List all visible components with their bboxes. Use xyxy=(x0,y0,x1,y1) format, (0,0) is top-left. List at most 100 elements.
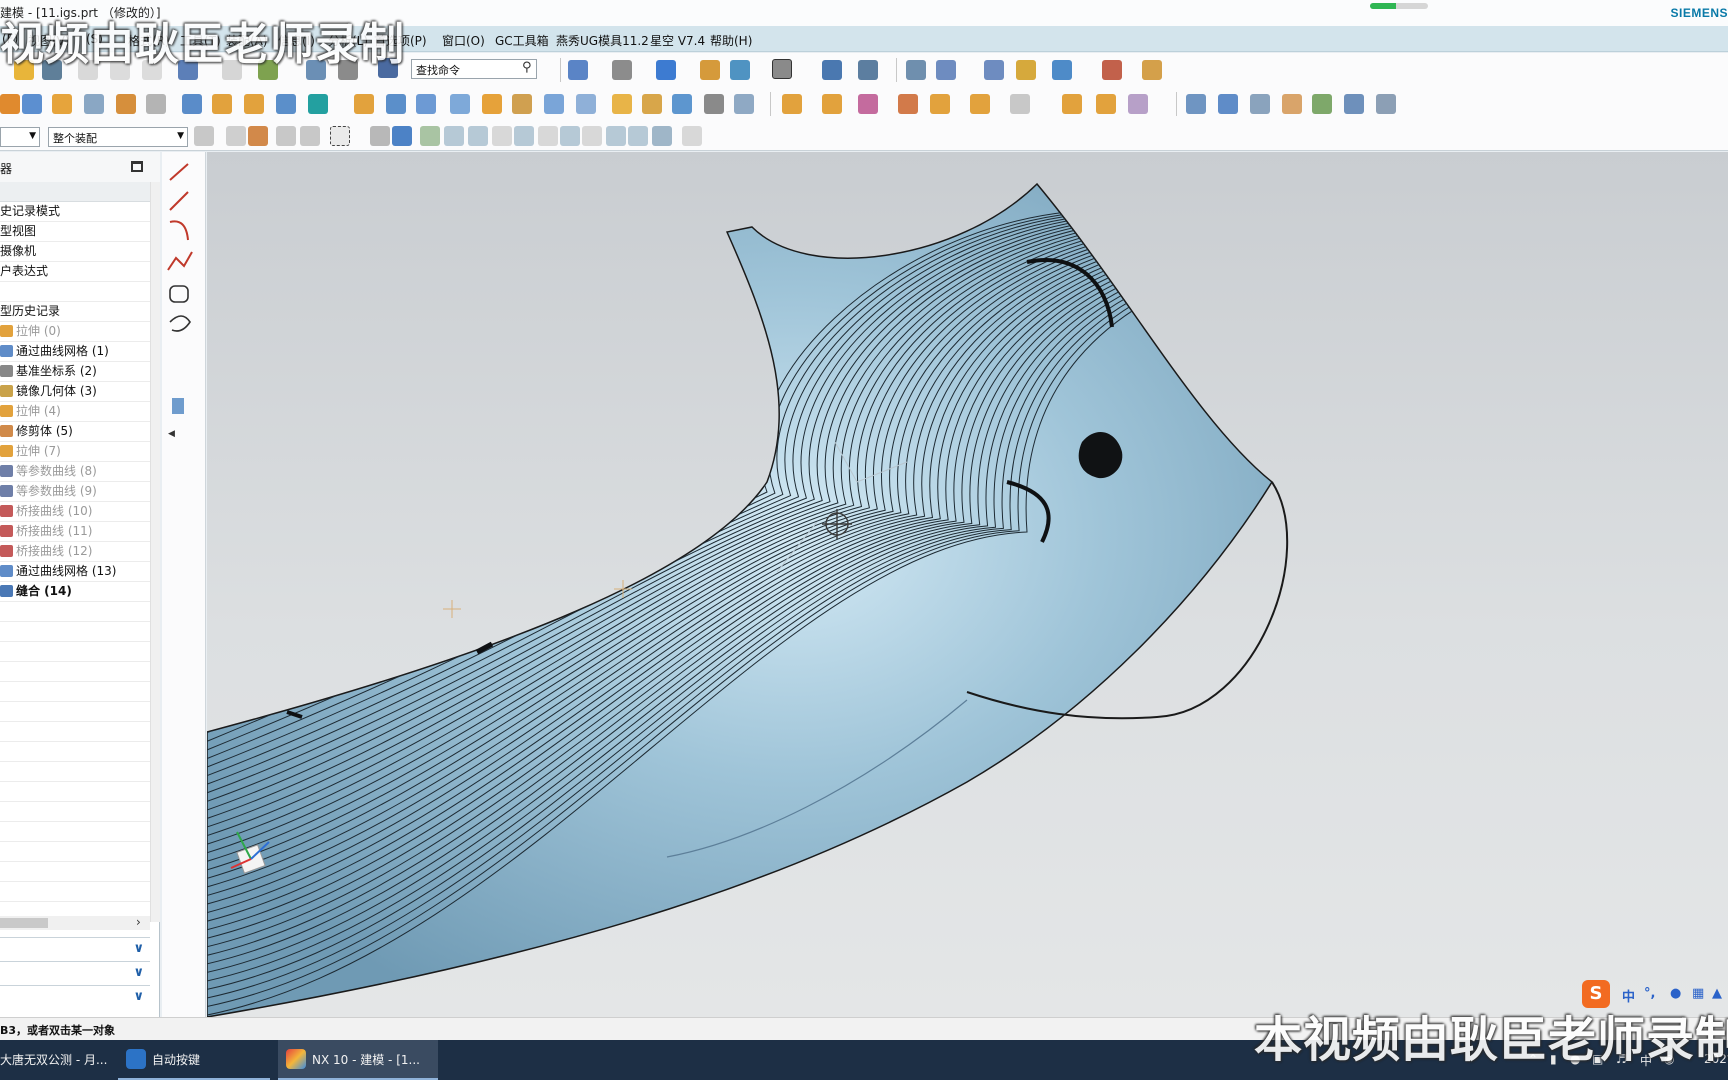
transform-icon[interactable] xyxy=(984,60,1004,80)
chevron-right-icon[interactable]: › xyxy=(136,915,141,929)
synchronous-icon[interactable] xyxy=(1128,94,1148,114)
snap-view-icon[interactable] xyxy=(858,60,878,80)
extension-surface-icon[interactable] xyxy=(1376,94,1396,114)
ruler-icon[interactable] xyxy=(1142,60,1162,80)
intersect-icon[interactable] xyxy=(354,94,374,114)
pattern-face-icon[interactable] xyxy=(970,94,990,114)
snap-enable-icon[interactable] xyxy=(420,126,440,146)
snap-quadrant-icon[interactable] xyxy=(582,126,602,146)
mirror-face-icon[interactable] xyxy=(1010,94,1030,114)
tangent-curve-icon[interactable] xyxy=(300,126,320,146)
delete-face-icon[interactable] xyxy=(858,94,878,114)
split-body-icon[interactable] xyxy=(450,94,470,114)
copy-face-icon[interactable] xyxy=(930,94,950,114)
shell-icon[interactable] xyxy=(544,94,564,114)
snap-endpoint-icon[interactable] xyxy=(444,126,464,146)
navigator-row[interactable]: 通过曲线网格 (1) xyxy=(0,342,150,362)
navigator-row[interactable]: 拉伸 (7) xyxy=(0,442,150,462)
surface-model[interactable] xyxy=(207,152,1728,1017)
box-select-icon[interactable] xyxy=(330,126,350,146)
subtract-icon[interactable] xyxy=(308,94,328,114)
details-panel[interactable]: ∨ xyxy=(0,961,150,983)
taskbar-nx-window[interactable]: NX 10 - 建模 - [1... xyxy=(278,1040,438,1080)
selection-filter-icon[interactable] xyxy=(1052,60,1072,80)
unite-icon[interactable] xyxy=(276,94,296,114)
navigator-row[interactable]: 基准坐标系 (2) xyxy=(0,362,150,382)
layer-settings-icon[interactable] xyxy=(700,60,720,80)
navigator-vertical-scrollbar[interactable] xyxy=(150,182,160,922)
replace-face-icon[interactable] xyxy=(734,94,754,114)
chevron-down-icon[interactable]: ∨ xyxy=(133,989,144,1004)
draft-icon[interactable] xyxy=(576,94,596,114)
studio-surface-icon[interactable] xyxy=(1282,94,1302,114)
scope-select[interactable]: 整个装配 ▼ xyxy=(48,127,188,147)
background-color-icon[interactable] xyxy=(772,59,792,79)
menu-yanxiu-mold[interactable]: 燕秀UG模具11.2 xyxy=(556,32,649,49)
snap-intersection-icon[interactable] xyxy=(538,126,558,146)
snap-arc-center-icon[interactable] xyxy=(560,126,580,146)
move-face-icon[interactable] xyxy=(782,94,802,114)
skin-icon[interactable]: ▲ xyxy=(1712,986,1722,1001)
pattern-feature-icon[interactable] xyxy=(244,94,264,114)
navigator-row[interactable]: 修剪体 (5) xyxy=(0,422,150,442)
navigator-column-header[interactable] xyxy=(0,182,150,202)
snap-on-curve-icon[interactable] xyxy=(628,126,648,146)
offset-region-icon[interactable] xyxy=(1062,94,1082,114)
navigator-row[interactable]: 缝合 (14) xyxy=(0,582,150,602)
pull-face-icon[interactable] xyxy=(822,94,842,114)
filter-icon[interactable] xyxy=(194,126,214,146)
sew-icon[interactable] xyxy=(672,94,692,114)
voice-input-icon[interactable]: ● xyxy=(1670,986,1681,1001)
graphics-window[interactable] xyxy=(207,152,1728,1017)
through-curves-icon[interactable] xyxy=(1186,94,1206,114)
navigator-row[interactable]: 户表达式 xyxy=(0,262,150,282)
snap-curve-icon[interactable] xyxy=(492,126,512,146)
navigator-row[interactable]: 桥接曲线 (11) xyxy=(0,522,150,542)
move-object-icon[interactable] xyxy=(936,60,956,80)
ime-punctuation[interactable]: °, xyxy=(1644,986,1655,1001)
maximize-icon[interactable] xyxy=(131,161,143,172)
chevron-down-icon[interactable]: ∨ xyxy=(133,941,144,956)
taskbar-game-window[interactable]: 大唐无双公测 - 月... xyxy=(0,1040,128,1080)
command-search-input[interactable]: 查找命令 xyxy=(411,59,537,79)
patch-icon[interactable] xyxy=(704,94,724,114)
navigator-row[interactable]: 拉伸 (0) xyxy=(0,322,150,342)
snap-on-face-icon[interactable] xyxy=(652,126,672,146)
menu-help[interactable]: 帮助(H) xyxy=(710,32,752,49)
navigator-row[interactable] xyxy=(0,282,150,302)
type-filter-select[interactable]: ▼ xyxy=(0,127,40,147)
revolve-icon[interactable] xyxy=(116,94,136,114)
preview-panel[interactable]: ∨ xyxy=(0,985,150,1007)
n-sided-surface-icon[interactable] xyxy=(1250,94,1270,114)
sweep-icon[interactable] xyxy=(612,94,632,114)
cylinder-icon[interactable] xyxy=(52,94,72,114)
body-select-icon[interactable] xyxy=(392,126,412,146)
navigator-row[interactable]: 桥接曲线 (10) xyxy=(0,502,150,522)
chamfer-icon[interactable] xyxy=(512,94,532,114)
grid-snap-icon[interactable] xyxy=(682,126,702,146)
thicken-icon[interactable] xyxy=(642,94,662,114)
keyboard-icon[interactable]: ▦ xyxy=(1692,986,1704,1001)
grid-icon[interactable] xyxy=(1102,60,1122,80)
navigator-row[interactable]: 史记录模式 xyxy=(0,202,150,222)
wcs-icon[interactable] xyxy=(822,60,842,80)
view-orientation-icon[interactable] xyxy=(730,60,750,80)
edge-blend-icon[interactable] xyxy=(482,94,502,114)
chevron-down-icon[interactable]: ∨ xyxy=(133,965,144,980)
navigator-row[interactable]: 等参数曲线 (9) xyxy=(0,482,150,502)
offset-face-icon[interactable] xyxy=(386,94,406,114)
navigator-row[interactable]: 型视图 xyxy=(0,222,150,242)
face-select-icon[interactable] xyxy=(370,126,390,146)
navigator-row[interactable]: 等参数曲线 (8) xyxy=(0,462,150,482)
fit-view-icon[interactable] xyxy=(568,60,588,80)
swept-surface-icon[interactable] xyxy=(1344,94,1364,114)
navigator-row[interactable]: 型历史记录 xyxy=(0,302,150,322)
extrude-icon[interactable] xyxy=(84,94,104,114)
deselect-icon[interactable] xyxy=(226,126,246,146)
tube-icon[interactable] xyxy=(146,94,166,114)
select-all-icon[interactable] xyxy=(248,126,268,146)
block-icon[interactable] xyxy=(22,94,42,114)
snap-midpoint-icon[interactable] xyxy=(468,126,488,146)
hole-icon[interactable] xyxy=(182,94,202,114)
taskbar-autokey-window[interactable]: 自动按键 xyxy=(118,1040,270,1080)
